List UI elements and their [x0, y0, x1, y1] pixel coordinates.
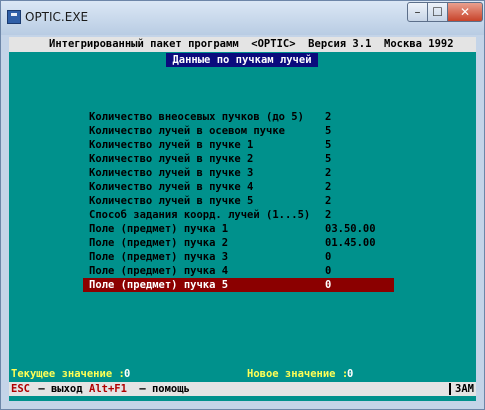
parameter-row[interactable]: Количество лучей в пучке 2 5 — [83, 152, 394, 166]
dos-screen: Интегрированный пакет программ <OPTIC> В… — [9, 37, 476, 401]
app-icon[interactable] — [7, 10, 21, 24]
new-value-label: Новое значение : — [247, 368, 349, 380]
current-value-label: Текущее значение : — [11, 368, 125, 380]
parameter-label: Количество лучей в пучке 4 — [89, 181, 254, 193]
parameter-value[interactable]: 2 — [325, 208, 331, 222]
help-key[interactable]: Alt+F1 — [89, 382, 127, 396]
current-value: 0 — [124, 368, 131, 380]
parameter-value[interactable]: 0 — [325, 264, 331, 278]
status-line: Текущее значение : 0 Новое значение : 0 — [9, 368, 476, 381]
title-bar[interactable]: OPTIC.EXE – ☐ ✕ — [1, 1, 484, 35]
parameter-label: Поле (предмет) пучка 2 — [89, 237, 229, 249]
parameter-row[interactable]: Количество лучей в пучке 3 2 — [83, 166, 394, 180]
parameter-row[interactable]: Способ задания коорд. лучей (1...5) 2 — [83, 208, 394, 222]
parameter-row[interactable]: Количество лучей в пучке 4 2 — [83, 180, 394, 194]
parameter-value[interactable]: 01.45.00 — [325, 236, 376, 250]
parameter-value[interactable]: 0 — [325, 250, 331, 264]
parameter-row[interactable]: Поле (предмет) пучка 2 01.45.00 — [83, 236, 394, 250]
parameter-value[interactable]: 2 — [325, 194, 331, 208]
parameter-row[interactable]: Поле (предмет) пучка 5 0 — [83, 278, 394, 292]
dialog-title: Данные по пучкам лучей — [166, 53, 318, 67]
close-button[interactable]: ✕ — [447, 2, 483, 22]
parameter-value[interactable]: 0 — [325, 278, 331, 292]
parameter-label: Поле (предмет) пучка 5 — [89, 279, 229, 291]
parameter-value[interactable]: 5 — [325, 138, 331, 152]
parameter-row[interactable]: Количество лучей в осевом пучке 5 — [83, 124, 394, 138]
parameter-label: Количество лучей в осевом пучке — [89, 125, 285, 137]
parameter-row[interactable]: Поле (предмет) пучка 3 0 — [83, 250, 394, 264]
header-bar: Интегрированный пакет программ <OPTIC> В… — [9, 37, 476, 52]
parameter-row[interactable]: Поле (предмет) пучка 1 03.50.00 — [83, 222, 394, 236]
parameter-row[interactable]: Поле (предмет) пучка 4 0 — [83, 264, 394, 278]
parameter-label: Количество внеосевых пучков (до 5) — [89, 111, 304, 123]
header-text: Интегрированный пакет программ <OPTIC> В… — [49, 38, 454, 50]
new-value-input[interactable]: 0 — [347, 368, 353, 381]
parameter-label: Поле (предмет) пучка 1 — [89, 223, 229, 235]
parameter-row[interactable]: Количество внеосевых пучков (до 5) 2 — [83, 110, 394, 124]
parameter-label: Поле (предмет) пучка 4 — [89, 265, 229, 277]
parameter-value[interactable]: 2 — [325, 110, 331, 124]
parameter-value[interactable]: 2 — [325, 166, 331, 180]
parameter-label: Поле (предмет) пучка 3 — [89, 251, 229, 263]
parameter-label: Количество лучей в пучке 5 — [89, 195, 254, 207]
function-key-bar: ESC – выход Alt+F1 – помощь ЗАМ — [9, 382, 476, 396]
parameter-value[interactable]: 2 — [325, 180, 331, 194]
parameter-label: Способ задания коорд. лучей (1...5) — [89, 209, 311, 221]
mode-indicator: ЗАМ — [455, 383, 474, 395]
esc-key[interactable]: ESC — [11, 382, 30, 396]
parameter-label: Количество лучей в пучке 2 — [89, 153, 254, 165]
parameter-label: Количество лучей в пучке 3 — [89, 167, 254, 179]
help-description: – помощь — [133, 383, 190, 395]
parameter-row[interactable]: Количество лучей в пучке 1 5 — [83, 138, 394, 152]
window-title: OPTIC.EXE — [25, 10, 89, 24]
parameter-value[interactable]: 5 — [325, 152, 331, 166]
parameter-row[interactable]: Количество лучей в пучке 5 2 — [83, 194, 394, 208]
parameter-value[interactable]: 5 — [325, 124, 331, 138]
application-window: OPTIC.EXE – ☐ ✕ Интегрированный пакет пр… — [0, 0, 485, 410]
maximize-button[interactable]: ☐ — [427, 2, 448, 22]
parameter-label: Количество лучей в пучке 1 — [89, 139, 254, 151]
minimize-button[interactable]: – — [407, 2, 428, 22]
parameter-value[interactable]: 03.50.00 — [325, 222, 376, 236]
esc-description: – выход — [32, 383, 83, 395]
separator — [449, 383, 451, 395]
